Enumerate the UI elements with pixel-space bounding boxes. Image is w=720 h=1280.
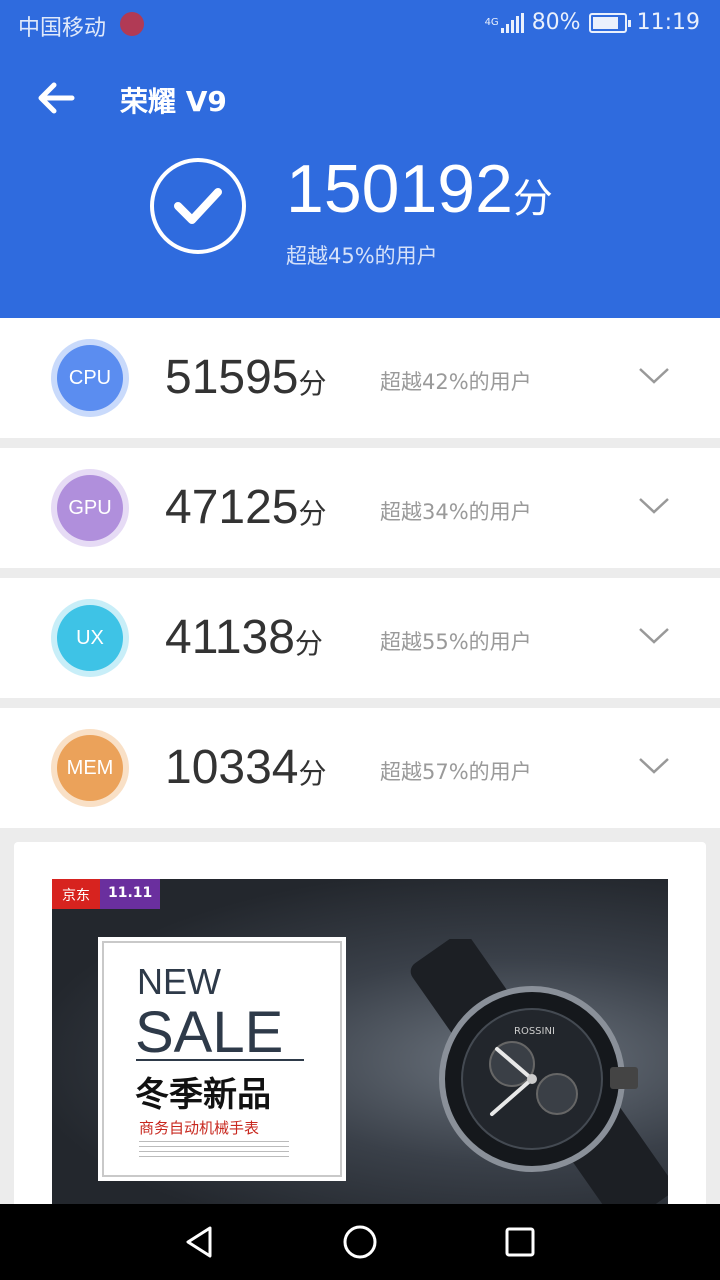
mem-badge-ring: MEM [51, 729, 129, 807]
cpu-badge: CPU [57, 345, 123, 411]
mem-badge: MEM [57, 735, 123, 801]
total-percentile: 超越45%的用户 [286, 244, 438, 268]
watch-brand: ROSSINI [514, 1026, 555, 1037]
system-nav-bar [0, 1204, 720, 1280]
ux-badge: UX [57, 605, 123, 671]
triangle-back-icon[interactable] [180, 1222, 220, 1262]
check-circle-icon [150, 158, 246, 254]
total-score-unit: 分 [512, 176, 553, 222]
mem-score-unit: 分 [298, 757, 327, 790]
total-score-value: 150192 [286, 151, 513, 227]
ux-score-value: 41138 [165, 611, 295, 664]
score-row-mem[interactable]: MEM 10334分 超越57%的用户 [0, 708, 720, 828]
circle-home-icon[interactable] [340, 1222, 380, 1262]
clock: 11:19 [636, 10, 700, 35]
score-row-cpu[interactable]: CPU 51595分 超越42%的用户 [0, 318, 720, 438]
total-score: 150192分 [286, 150, 553, 228]
sale-headline-sale: SALE [135, 1000, 284, 1065]
chevron-down-icon[interactable] [638, 496, 670, 516]
sale-fine-print [139, 1141, 289, 1159]
jd-store-label: 京东 [52, 879, 100, 909]
ux-score: 41138分 [165, 610, 323, 665]
cpu-score: 51595分 [165, 350, 327, 405]
jd-event-label: 11.11 [100, 879, 161, 909]
cpu-score-unit: 分 [298, 367, 327, 400]
network-type: 4G [484, 16, 499, 28]
score-header: 中国移动 4G 80% 11:19 荣耀 V9 150192分 超越45%的用户 [0, 0, 720, 318]
mem-score-value: 10334 [165, 741, 299, 794]
ad-card[interactable]: 京东 11.11 NEW SALE 冬季新品 商务自动机械手表 ROSSINI [14, 842, 706, 1222]
score-row-ux[interactable]: UX 41138分 超越55%的用户 [0, 578, 720, 698]
signal-icon [500, 12, 526, 33]
battery-fill [592, 16, 619, 29]
cpu-score-value: 51595 [165, 351, 299, 404]
ux-percentile: 超越55%的用户 [380, 630, 532, 654]
chevron-down-icon[interactable] [638, 366, 670, 386]
sale-box: NEW SALE 冬季新品 商务自动机械手表 [102, 941, 342, 1177]
chevron-down-icon[interactable] [638, 626, 670, 646]
cpu-percentile: 超越42%的用户 [380, 370, 532, 394]
cpu-badge-ring: CPU [51, 339, 129, 417]
device-title: 荣耀 V9 [120, 85, 227, 118]
mem-percentile: 超越57%的用户 [380, 760, 532, 784]
gpu-percentile: 超越34%的用户 [380, 500, 532, 524]
score-row-gpu[interactable]: GPU 47125分 超越34%的用户 [0, 448, 720, 568]
arrow-left-icon[interactable] [34, 76, 78, 120]
battery-icon [588, 12, 631, 33]
gpu-score-value: 47125 [165, 481, 299, 534]
jd-badge: 京东 11.11 [52, 879, 161, 909]
gpu-badge: GPU [57, 475, 123, 541]
ux-score-unit: 分 [294, 627, 323, 660]
sale-divider [136, 1059, 304, 1061]
ux-badge-ring: UX [51, 599, 129, 677]
gpu-score: 47125分 [165, 480, 327, 535]
sale-headline-new: NEW [137, 961, 221, 1002]
square-recent-icon[interactable] [500, 1222, 540, 1262]
carrier-label: 中国移动 [18, 16, 107, 41]
ad-banner[interactable]: 京东 11.11 NEW SALE 冬季新品 商务自动机械手表 ROSSINI [52, 879, 668, 1209]
gpu-score-unit: 分 [298, 497, 327, 530]
sale-headline-cn: 冬季新品 [135, 1075, 271, 1115]
battery-percent: 80% [531, 10, 581, 35]
watch-image: ROSSINI [410, 939, 668, 1209]
status-bar: 中国移动 4G 80% 11:19 [0, 0, 720, 50]
sale-subline: 商务自动机械手表 [139, 1119, 260, 1137]
mem-score: 10334分 [165, 740, 327, 795]
notification-app-icon [120, 12, 144, 36]
chevron-down-icon[interactable] [638, 756, 670, 776]
status-right: 4G 80% 11:19 [485, 10, 700, 35]
gpu-badge-ring: GPU [51, 469, 129, 547]
